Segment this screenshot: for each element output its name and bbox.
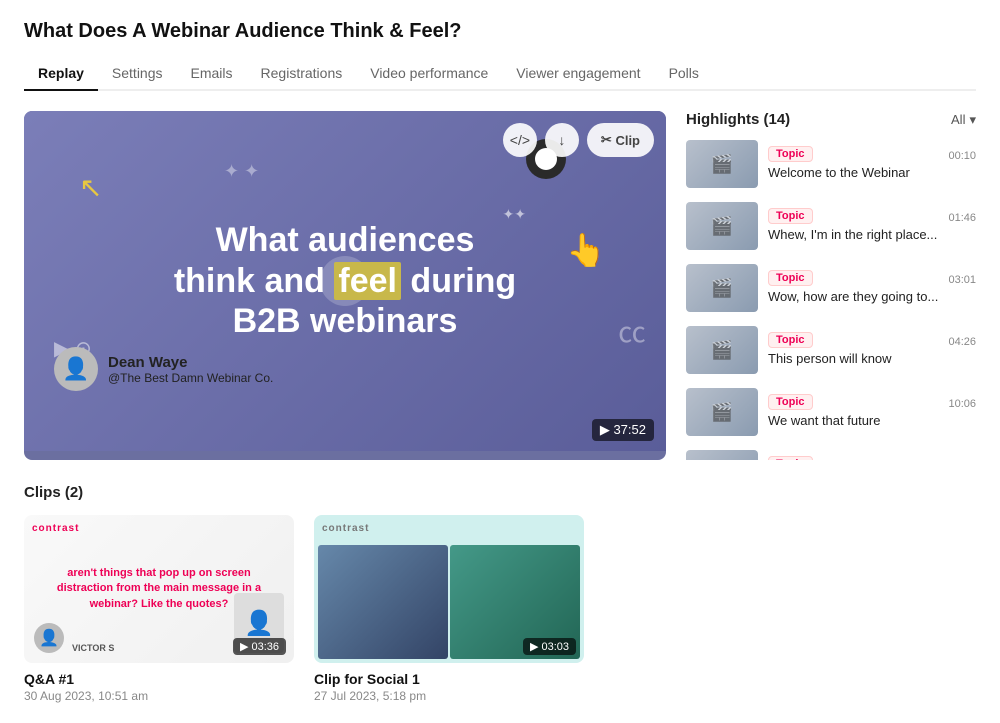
tab-registrations[interactable]: Registrations <box>247 57 357 91</box>
tab-video-performance[interactable]: Video performance <box>356 57 502 91</box>
clip-name: Q&A #1 <box>24 671 294 687</box>
highlight-info: Topic 11:37 It's not our fault <box>768 456 976 460</box>
clip-thumbnail-qa: contrast aren't things that pop up on sc… <box>24 515 294 663</box>
page-title: What Does A Webinar Audience Think & Fee… <box>24 20 976 43</box>
highlight-info: Topic 01:46 Whew, I'm in the right place… <box>768 208 976 244</box>
clip-brand-label: contrast <box>32 523 79 534</box>
video-duration: ▶ 37:52 <box>592 419 654 441</box>
highlight-text: Wow, how are they going to... <box>768 289 976 306</box>
highlight-tag: Topic <box>768 208 813 224</box>
download-button[interactable]: ↓ <box>545 123 579 157</box>
clip-name: Clip for Social 1 <box>314 671 584 687</box>
deco-cursor-icon: ↖ <box>79 171 102 204</box>
headline-line1: What audiences <box>216 221 475 259</box>
clip-card-qa[interactable]: contrast aren't things that pop up on sc… <box>24 515 294 703</box>
clips-row: contrast aren't things that pop up on sc… <box>24 515 976 703</box>
highlight-tag: Topic <box>768 456 813 460</box>
headline-highlight: feel <box>334 262 401 300</box>
highlight-thumbnail: 🎬 <box>686 202 758 250</box>
highlights-filter[interactable]: All ▾ <box>951 112 976 128</box>
highlight-time: 03:01 <box>948 274 976 286</box>
highlight-thumbnail: 🎬 <box>686 264 758 312</box>
clip-button[interactable]: ✂ Clip <box>587 123 654 157</box>
deco-cc-icon: ㏄ <box>618 311 646 351</box>
deco-hand-icon: 👆 <box>566 231 606 269</box>
tab-replay[interactable]: Replay <box>24 57 98 91</box>
tab-viewer-engagement[interactable]: Viewer engagement <box>502 57 654 91</box>
chevron-down-icon: ▾ <box>969 112 976 128</box>
highlight-thumbnail: 🎬 <box>686 326 758 374</box>
qa-speaker-name: VICTOR S <box>72 643 114 653</box>
deco-sparkles-icon: ✦ ✦ <box>224 161 259 182</box>
highlight-thumbnail: 🎬 <box>686 450 758 460</box>
highlight-text: Welcome to the Webinar <box>768 165 976 182</box>
clip-info: Clip for Social 1 27 Jul 2023, 5:18 pm <box>314 671 584 703</box>
clips-section: Clips (2) contrast aren't things that po… <box>24 484 976 703</box>
highlight-info: Topic 03:01 Wow, how are they going to..… <box>768 270 976 306</box>
highlight-item[interactable]: 🎬 Topic 10:06 We want that future <box>686 388 976 436</box>
headline-line2: think and <box>174 262 325 300</box>
highlights-panel: Highlights (14) All ▾ 🎬 Topic 00:10 Welc… <box>686 111 976 460</box>
highlight-tag: Topic <box>768 146 813 162</box>
highlight-tag: Topic <box>768 270 813 286</box>
highlight-tag: Topic <box>768 394 813 410</box>
tab-polls[interactable]: Polls <box>655 57 713 91</box>
highlight-time: 00:10 <box>948 150 976 162</box>
qa-speaker-avatar: 👤 <box>34 623 64 653</box>
highlight-info: Topic 10:06 We want that future <box>768 394 976 430</box>
highlight-text: This person will know <box>768 351 976 368</box>
code-button[interactable]: </> <box>503 123 537 157</box>
highlight-time: 10:06 <box>948 398 976 410</box>
tabs-bar: Replay Settings Emails Registrations Vid… <box>24 57 976 91</box>
clip-thumbnail-social: contrast ▶ 03:03 <box>314 515 584 663</box>
highlight-item[interactable]: 🎬 Topic 11:37 It's not our fault <box>686 450 976 460</box>
video-controls: </> ↓ ✂ Clip <box>503 123 654 157</box>
clips-title: Clips (2) <box>24 484 976 501</box>
highlights-title: Highlights (14) <box>686 111 790 128</box>
clip-duration: ▶ 03:03 <box>523 638 576 655</box>
highlight-item[interactable]: 🎬 Topic 03:01 Wow, how are they going to… <box>686 264 976 312</box>
clip-date: 27 Jul 2023, 5:18 pm <box>314 689 584 703</box>
highlight-text: Whew, I'm in the right place... <box>768 227 976 244</box>
tab-emails[interactable]: Emails <box>177 57 247 91</box>
presenter-details: Dean Waye @The Best Damn Webinar Co. <box>108 354 273 385</box>
clip-card-social[interactable]: contrast ▶ 03:03 Clip for Social 1 27 Ju… <box>314 515 584 703</box>
filter-label: All <box>951 112 965 127</box>
clip-brand-label: contrast <box>322 523 369 534</box>
highlight-info: Topic 04:26 This person will know <box>768 332 976 368</box>
highlight-time: 01:46 <box>948 212 976 224</box>
highlight-item[interactable]: 🎬 Topic 01:46 Whew, I'm in the right pla… <box>686 202 976 250</box>
highlight-thumbnail: 🎬 <box>686 388 758 436</box>
highlight-item[interactable]: 🎬 Topic 00:10 Welcome to the Webinar <box>686 140 976 188</box>
highlight-text: We want that future <box>768 413 976 430</box>
highlights-list: 🎬 Topic 00:10 Welcome to the Webinar 🎬 <box>686 140 976 460</box>
video-headline-block: What audiences think and feel during B2B… <box>134 220 556 342</box>
presenter-name: Dean Waye <box>108 354 273 371</box>
scissors-icon: ✂ <box>601 132 612 148</box>
presenter-info: 👤 Dean Waye @The Best Damn Webinar Co. <box>54 347 273 391</box>
clip-duration: ▶ 03:36 <box>233 638 286 655</box>
presenter-org: @The Best Damn Webinar Co. <box>108 371 273 385</box>
highlights-header: Highlights (14) All ▾ <box>686 111 976 128</box>
highlight-time: 04:26 <box>948 336 976 348</box>
highlight-info: Topic 00:10 Welcome to the Webinar <box>768 146 976 182</box>
highlight-tag: Topic <box>768 332 813 348</box>
highlight-thumbnail: 🎬 <box>686 140 758 188</box>
clip-label: Clip <box>615 133 640 148</box>
headline-line4: B2B webinars <box>233 302 458 340</box>
clip-date: 30 Aug 2023, 10:51 am <box>24 689 294 703</box>
video-player[interactable]: ↖ 👆 ㏄ ▶ ⊙ ✦ ✦ ✦✦ What audiences think an… <box>24 111 666 460</box>
tab-settings[interactable]: Settings <box>98 57 177 91</box>
headline-line3: during <box>410 262 516 300</box>
presenter-avatar: 👤 <box>54 347 98 391</box>
social-photo-1 <box>318 545 448 659</box>
clip-info: Q&A #1 30 Aug 2023, 10:51 am <box>24 671 294 703</box>
highlight-item[interactable]: 🎬 Topic 04:26 This person will know <box>686 326 976 374</box>
